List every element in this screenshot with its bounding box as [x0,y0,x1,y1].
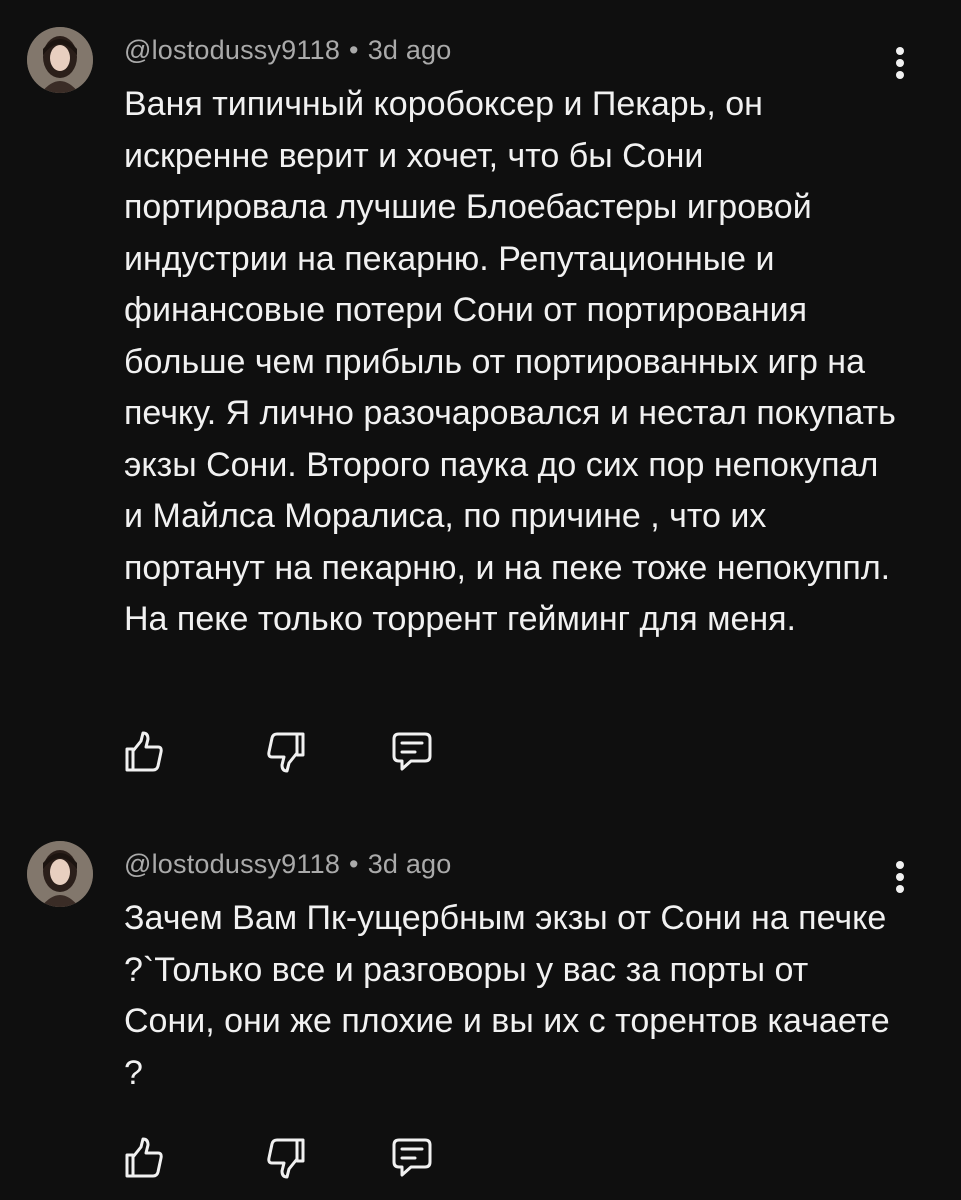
comment-meta: @lostodussy9118 • 3d ago [124,35,452,66]
like-button[interactable] [118,726,170,778]
avatar[interactable] [27,841,93,907]
reply-comment-icon [392,1138,432,1177]
avatar[interactable] [27,27,93,93]
like-button[interactable] [118,1132,170,1184]
thumb-up-icon [125,1137,163,1178]
comment-actions [118,1132,458,1184]
dislike-button[interactable] [260,726,312,778]
comment-text: Зачем Вам Пк-ущербным экзы от Сони на пе… [124,899,890,1092]
comment-author[interactable]: @lostodussy9118 [124,849,340,879]
thumb-down-icon [267,732,305,773]
reply-comment-icon [392,732,432,771]
thumb-down-icon [267,1138,305,1179]
reply-button[interactable] [386,1132,438,1184]
comment-author[interactable]: @lostodussy9118 [124,35,340,65]
comment-time: 3d ago [367,849,452,879]
meta-separator: • [349,849,359,879]
meta-separator: • [349,35,359,65]
comment-text: Ваня типичный коробоксер и Пекарь, он ис… [124,85,896,638]
more-vertical-icon [896,47,904,79]
comment-time: 3d ago [367,35,452,65]
thumb-up-icon [125,731,163,772]
dislike-button[interactable] [260,1132,312,1184]
reply-button[interactable] [386,726,438,778]
more-vertical-icon [896,861,904,893]
comment-meta: @lostodussy9118 • 3d ago [124,849,452,880]
comment-actions [118,726,458,778]
